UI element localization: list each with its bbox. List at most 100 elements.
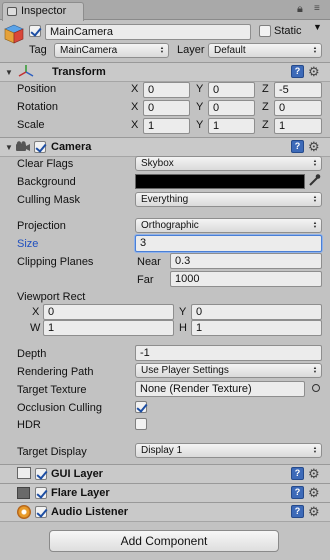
hdr-checkbox[interactable] bbox=[135, 418, 147, 430]
lock-icon[interactable]: 🔒︎ bbox=[297, 3, 303, 16]
audio-listener-header[interactable] bbox=[0, 502, 330, 522]
near-field[interactable]: 0.3 bbox=[170, 253, 322, 269]
transform-title: Transform bbox=[52, 66, 106, 78]
position-x-label[interactable]: X bbox=[131, 83, 138, 95]
audio-listener-checkbox[interactable] bbox=[35, 506, 47, 518]
occlusion-culling-checkbox[interactable] bbox=[135, 401, 147, 413]
background-color-swatch[interactable] bbox=[135, 174, 305, 189]
rotation-y-field[interactable]: 0 bbox=[208, 100, 255, 116]
viewport-y-field[interactable]: 0 bbox=[191, 304, 322, 320]
position-z-field[interactable]: -5 bbox=[274, 82, 322, 98]
clear-flags-label: Clear Flags bbox=[17, 158, 74, 170]
depth-label: Depth bbox=[17, 348, 47, 360]
gui-layer-checkbox[interactable] bbox=[35, 468, 47, 480]
camera-gear-icon[interactable]: ⚙ bbox=[308, 140, 320, 153]
tag-dropdown[interactable]: MainCamera bbox=[54, 43, 169, 58]
gameobject-cube-icon bbox=[4, 24, 24, 44]
flare-layer-checkbox[interactable] bbox=[35, 487, 47, 499]
rendering-path-label: Rendering Path bbox=[17, 366, 94, 378]
tag-label: Tag bbox=[29, 44, 47, 56]
viewport-w-field[interactable]: 1 bbox=[43, 320, 174, 336]
layer-dropdown[interactable]: Default bbox=[208, 43, 322, 58]
depth-field[interactable]: -1 bbox=[135, 345, 322, 361]
position-z-label[interactable]: Z bbox=[262, 83, 269, 95]
add-component-button[interactable]: Add Component bbox=[49, 530, 279, 552]
scale-z-field[interactable]: 1 bbox=[274, 118, 322, 134]
camera-icon bbox=[15, 141, 31, 155]
size-field[interactable]: 3 bbox=[135, 235, 322, 252]
scale-z-label[interactable]: Z bbox=[262, 119, 269, 131]
rotation-z-label[interactable]: Z bbox=[262, 101, 269, 113]
tab-inspector[interactable]: Inspector bbox=[2, 2, 84, 21]
camera-help-icon[interactable]: ? bbox=[291, 140, 304, 153]
viewport-h-label[interactable]: H bbox=[179, 322, 187, 334]
viewport-x-field[interactable]: 0 bbox=[43, 304, 174, 320]
target-display-label: Target Display bbox=[17, 446, 87, 458]
rotation-label: Rotation bbox=[17, 101, 58, 113]
name-field[interactable]: MainCamera bbox=[45, 24, 251, 40]
clear-flags-dropdown[interactable]: Skybox bbox=[135, 156, 322, 171]
layer-label: Layer bbox=[177, 44, 205, 56]
target-display-dropdown[interactable]: Display 1 bbox=[135, 443, 322, 458]
active-checkbox[interactable] bbox=[29, 25, 41, 37]
camera-title: Camera bbox=[51, 141, 92, 153]
viewport-rect-label: Viewport Rect bbox=[17, 291, 86, 303]
tab-title: Inspector bbox=[21, 5, 67, 17]
flare-layer-help-icon[interactable]: ? bbox=[291, 486, 304, 499]
rotation-y-label[interactable]: Y bbox=[196, 101, 203, 113]
camera-fold-icon[interactable]: ▼ bbox=[5, 143, 13, 152]
rotation-x-label[interactable]: X bbox=[131, 101, 138, 113]
transform-help-icon[interactable]: ? bbox=[291, 65, 304, 78]
flare-layer-title: Flare Layer bbox=[51, 487, 110, 499]
audio-listener-help-icon[interactable]: ? bbox=[291, 505, 304, 518]
gui-layer-gear-icon[interactable]: ⚙ bbox=[308, 467, 320, 480]
transform-gear-icon[interactable]: ⚙ bbox=[308, 65, 320, 78]
position-y-field[interactable]: 0 bbox=[208, 82, 255, 98]
viewport-x-label[interactable]: X bbox=[32, 306, 39, 318]
position-x-field[interactable]: 0 bbox=[143, 82, 190, 98]
gui-layer-help-icon[interactable]: ? bbox=[291, 467, 304, 480]
inspector-icon bbox=[7, 7, 17, 16]
scale-x-field[interactable]: 1 bbox=[143, 118, 190, 134]
transform-header[interactable] bbox=[0, 62, 330, 82]
occlusion-culling-label: Occlusion Culling bbox=[17, 402, 102, 414]
viewport-w-label[interactable]: W bbox=[30, 322, 40, 334]
transform-icon bbox=[18, 65, 34, 80]
flare-layer-header[interactable] bbox=[0, 483, 330, 503]
audio-listener-gear-icon[interactable]: ⚙ bbox=[308, 505, 320, 518]
clipping-planes-label: Clipping Planes bbox=[17, 256, 94, 268]
culling-mask-dropdown[interactable]: Everything bbox=[135, 192, 322, 207]
object-picker-icon[interactable] bbox=[312, 384, 320, 392]
projection-dropdown[interactable]: Orthographic bbox=[135, 218, 322, 233]
gui-layer-header[interactable] bbox=[0, 464, 330, 484]
near-label[interactable]: Near bbox=[137, 256, 161, 268]
projection-label: Projection bbox=[17, 220, 66, 232]
camera-enabled-checkbox[interactable] bbox=[34, 141, 46, 153]
position-y-label[interactable]: Y bbox=[196, 83, 203, 95]
flare-layer-gear-icon[interactable]: ⚙ bbox=[308, 486, 320, 499]
rotation-z-field[interactable]: 0 bbox=[274, 100, 322, 116]
rendering-path-dropdown[interactable]: Use Player Settings bbox=[135, 363, 322, 378]
target-texture-field[interactable]: None (Render Texture) bbox=[135, 381, 305, 397]
viewport-y-label[interactable]: Y bbox=[179, 306, 186, 318]
scale-y-label[interactable]: Y bbox=[196, 119, 203, 131]
static-label: Static bbox=[274, 25, 302, 37]
culling-mask-label: Culling Mask bbox=[17, 194, 80, 206]
audio-listener-icon bbox=[17, 505, 31, 519]
camera-header[interactable] bbox=[0, 137, 330, 157]
far-field[interactable]: 1000 bbox=[170, 271, 322, 287]
transform-fold-icon[interactable]: ▼ bbox=[5, 68, 13, 77]
target-texture-label: Target Texture bbox=[17, 384, 87, 396]
size-label[interactable]: Size bbox=[17, 238, 38, 250]
background-label: Background bbox=[17, 176, 76, 188]
scale-y-field[interactable]: 1 bbox=[208, 118, 255, 134]
eyedropper-icon[interactable] bbox=[308, 173, 321, 190]
static-checkbox[interactable] bbox=[259, 25, 271, 37]
viewport-h-field[interactable]: 1 bbox=[191, 320, 322, 336]
menu-icon[interactable]: ≡ bbox=[314, 3, 320, 14]
scale-x-label[interactable]: X bbox=[131, 119, 138, 131]
flare-layer-icon bbox=[17, 487, 30, 499]
static-dropdown-icon[interactable]: ▼ bbox=[313, 22, 322, 32]
far-label[interactable]: Far bbox=[137, 274, 154, 286]
rotation-x-field[interactable]: 0 bbox=[143, 100, 190, 116]
